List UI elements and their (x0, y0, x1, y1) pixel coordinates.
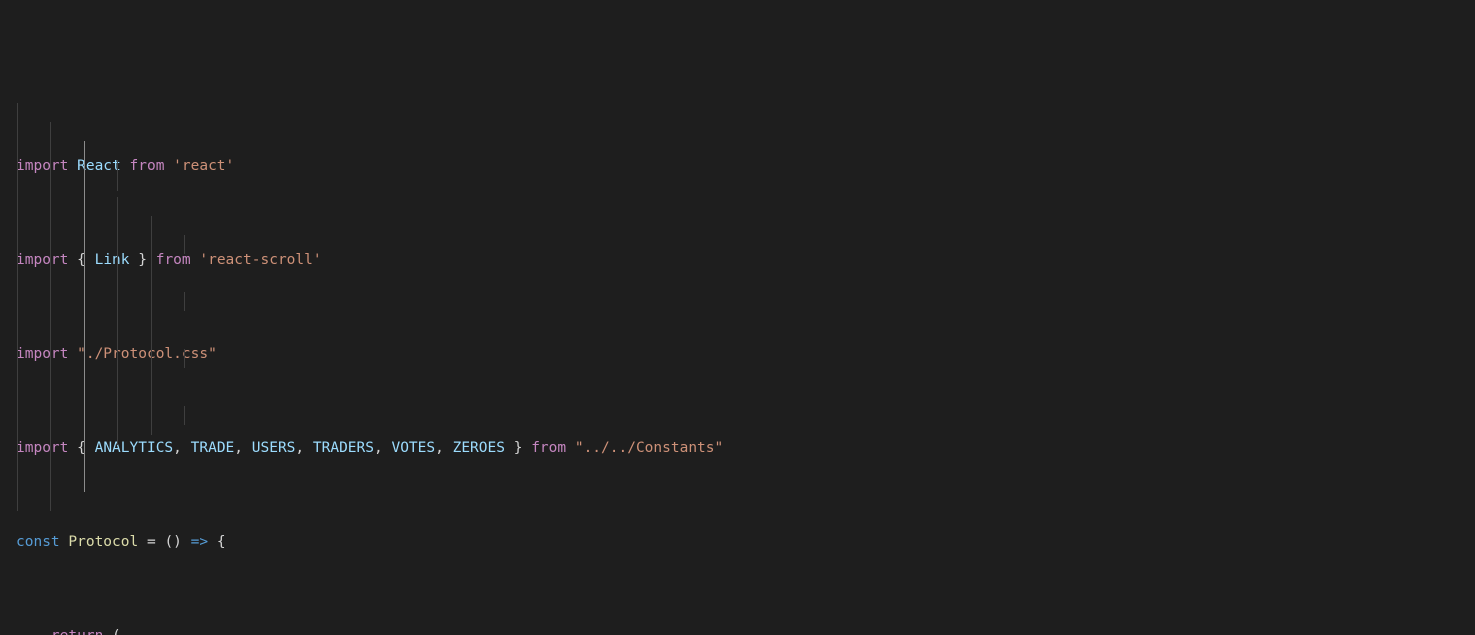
code-line-import-react[interactable]: import React from 'react' (0, 157, 1475, 176)
module-protocol-css: "./Protocol.css" (68, 346, 217, 363)
brace-close: } (129, 252, 156, 269)
brace-open: { (68, 252, 95, 269)
constant-traders: TRADERS (312, 440, 374, 457)
keyword-import: import (16, 346, 69, 363)
brace-open: { (68, 440, 95, 457)
code-line-const-protocol[interactable]: const Protocol = () => { (0, 533, 1475, 552)
separator: , (374, 440, 392, 457)
keyword-import: import (16, 252, 69, 269)
constant-zeroes: ZEROES (452, 440, 505, 457)
binding-link: Link (94, 252, 130, 269)
code-line-return[interactable]: return ( (0, 627, 1475, 635)
constant-votes: VOTES (391, 440, 436, 457)
code-line-import-constants[interactable]: import { ANALYTICS, TRADE, USERS, TRADER… (0, 439, 1475, 458)
keyword-from: from (129, 158, 165, 175)
function-name-protocol: Protocol (68, 534, 139, 551)
constant-users: USERS (251, 440, 296, 457)
equals-operator: = (138, 534, 165, 551)
params: () (164, 534, 182, 551)
separator: , (295, 440, 313, 457)
separator: , (234, 440, 252, 457)
keyword-from: from (155, 252, 191, 269)
separator: , (173, 440, 191, 457)
module-react-scroll: 'react-scroll' (190, 252, 322, 269)
keyword-const: const (16, 534, 60, 551)
module-react: 'react' (164, 158, 235, 175)
code-editor-viewport[interactable]: import React from 'react' import { Link … (0, 0, 1475, 635)
keyword-import: import (16, 158, 69, 175)
brace-close: } (504, 440, 532, 457)
code-line-clipped-top[interactable] (0, 75, 1475, 82)
keyword-return: return (51, 628, 103, 635)
indent-guide-5 (117, 197, 118, 445)
code-line-import-link[interactable]: import { Link } from 'react-scroll' (0, 251, 1475, 270)
keyword-from: from (531, 440, 567, 457)
binding-react: React (68, 158, 130, 175)
return-open-paren: ( (103, 628, 121, 635)
open-body-brace: { (208, 534, 226, 551)
separator: , (435, 440, 453, 457)
indent-guide-10 (184, 406, 185, 425)
constant-trade: TRADE (190, 440, 235, 457)
module-constants: "../../Constants" (566, 440, 724, 457)
keyword-import: import (16, 440, 69, 457)
indent-guide-8 (184, 292, 185, 311)
indent-guide-6 (151, 216, 152, 435)
code-line-import-css[interactable]: import "./Protocol.css" (0, 345, 1475, 364)
constant-analytics: ANALYTICS (94, 440, 174, 457)
arrow-operator: => (190, 534, 209, 551)
